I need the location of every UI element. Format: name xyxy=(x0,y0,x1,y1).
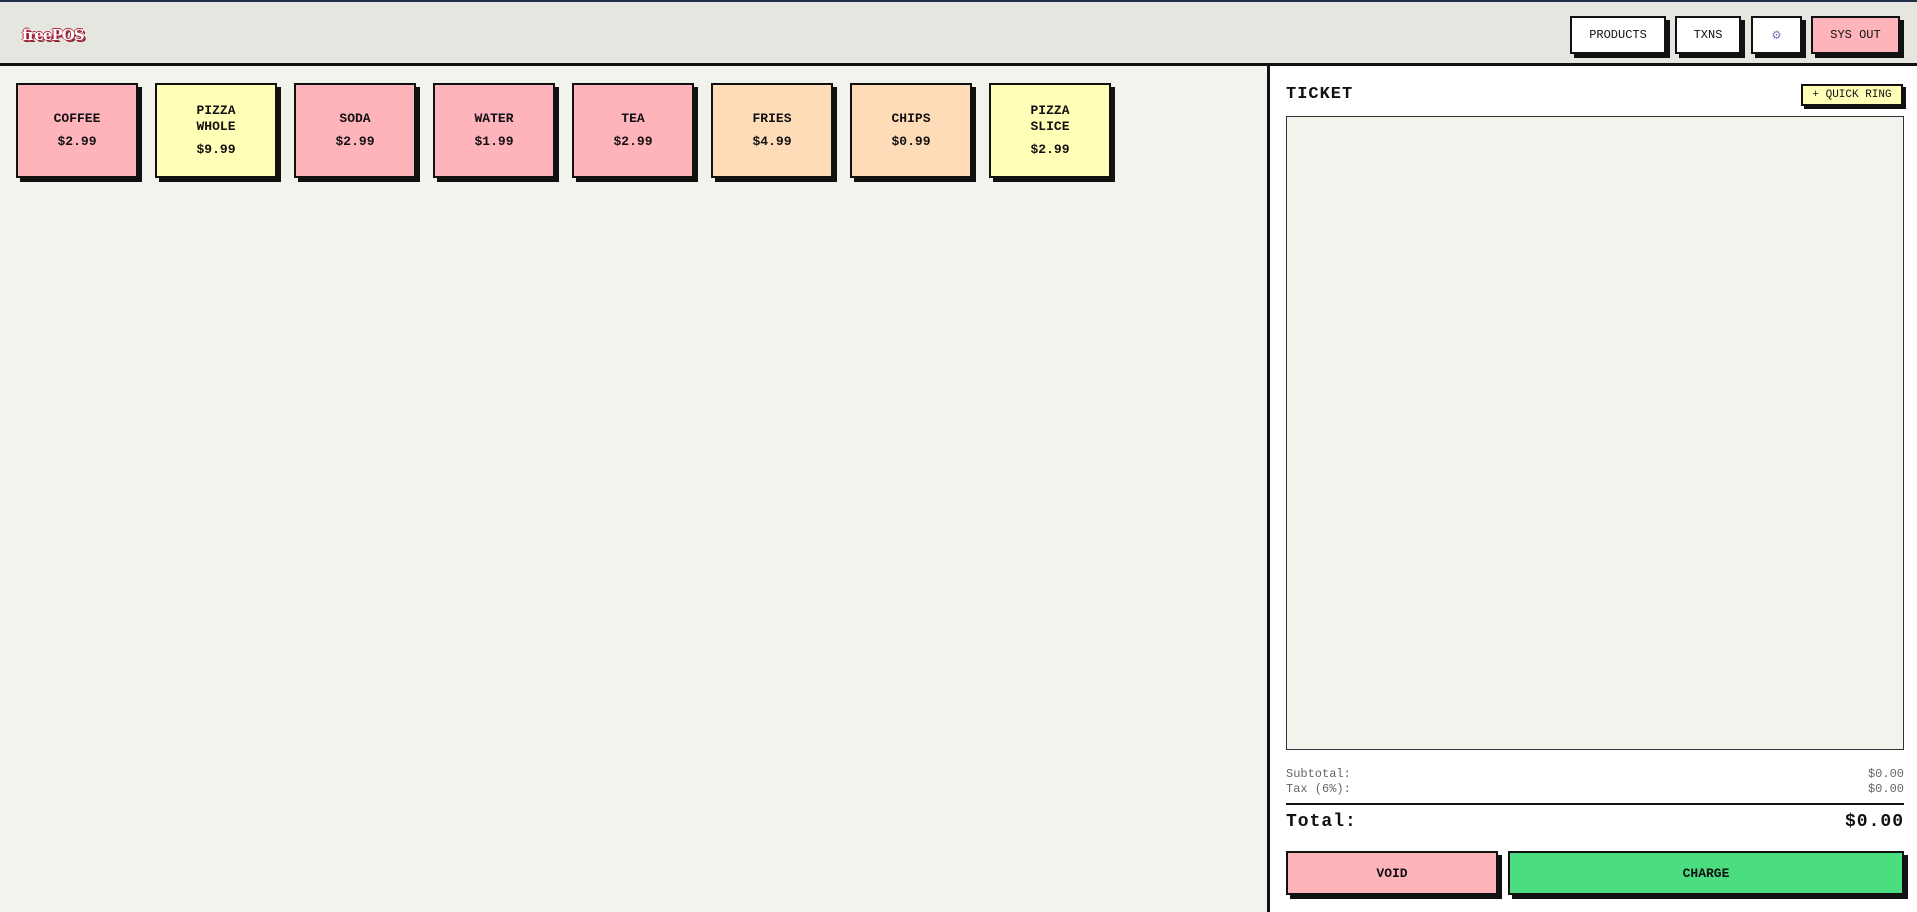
product-price: $2.99 xyxy=(613,134,653,149)
total-row: Total: $0.00 xyxy=(1286,812,1904,832)
subtotal-label: Subtotal: xyxy=(1286,767,1351,781)
product-name: SODA xyxy=(339,111,371,126)
product-name: CHIPS xyxy=(891,111,931,126)
charge-button[interactable]: CHARGE xyxy=(1508,851,1904,895)
ticket-title: TICKET xyxy=(1286,85,1354,104)
subtotal-row: Subtotal: $0.00 xyxy=(1286,767,1904,781)
gear-icon: ⚙ xyxy=(1772,27,1781,44)
ticket-panel: TICKET + QUICK RING Subtotal: $0.00 Tax … xyxy=(1270,66,1917,912)
product-price: $0.99 xyxy=(891,134,931,149)
product-price: $1.99 xyxy=(474,134,514,149)
settings-button[interactable]: ⚙ xyxy=(1751,16,1802,54)
tax-value: $0.00 xyxy=(1867,782,1904,796)
product-price: $4.99 xyxy=(752,134,792,149)
txns-nav-button[interactable]: TXNS xyxy=(1675,16,1741,54)
void-button[interactable]: VOID xyxy=(1286,851,1498,895)
product-name: TEA xyxy=(621,111,645,126)
product-tile-pizza-slice[interactable]: PIZZA SLICE $2.99 xyxy=(989,83,1111,178)
product-price: $2.99 xyxy=(1030,142,1070,157)
product-name: PIZZA SLICE xyxy=(1030,103,1070,134)
product-price: $9.99 xyxy=(196,142,236,157)
product-tile-fries[interactable]: FRIES $4.99 xyxy=(711,83,833,178)
product-price: $2.99 xyxy=(57,134,97,149)
totals-divider xyxy=(1286,803,1904,805)
pos-app: freePOS PRODUCTS TXNS ⚙ SYS OUT COFFEE $… xyxy=(0,0,1917,912)
product-grid: COFFEE $2.99 PIZZA WHOLE $9.99 SODA $2.9… xyxy=(0,66,1267,912)
tax-row: Tax (6%): $0.00 xyxy=(1286,782,1904,796)
product-tile-pizza-whole[interactable]: PIZZA WHOLE $9.99 xyxy=(155,83,277,178)
sys-out-button[interactable]: SYS OUT xyxy=(1811,16,1900,54)
subtotal-value: $0.00 xyxy=(1867,767,1904,781)
top-bar: freePOS PRODUCTS TXNS ⚙ SYS OUT xyxy=(0,0,1917,66)
product-price: $2.99 xyxy=(335,134,375,149)
product-tile-soda[interactable]: SODA $2.99 xyxy=(294,83,416,178)
products-nav-button[interactable]: PRODUCTS xyxy=(1570,16,1666,54)
product-tile-water[interactable]: WATER $1.99 xyxy=(433,83,555,178)
app-logo: freePOS xyxy=(22,26,85,44)
product-tile-tea[interactable]: TEA $2.99 xyxy=(572,83,694,178)
product-name: COFFEE xyxy=(53,111,101,126)
product-tile-chips[interactable]: CHIPS $0.99 xyxy=(850,83,972,178)
product-tile-coffee[interactable]: COFFEE $2.99 xyxy=(16,83,138,178)
product-name: WATER xyxy=(474,111,514,126)
tax-label: Tax (6%): xyxy=(1286,782,1351,796)
total-label: Total: xyxy=(1286,812,1357,832)
quick-ring-button[interactable]: + QUICK RING xyxy=(1801,84,1903,106)
total-value: $0.00 xyxy=(1844,812,1904,832)
product-name: PIZZA WHOLE xyxy=(196,103,236,134)
ticket-items-list[interactable] xyxy=(1286,116,1904,750)
product-name: FRIES xyxy=(752,111,792,126)
